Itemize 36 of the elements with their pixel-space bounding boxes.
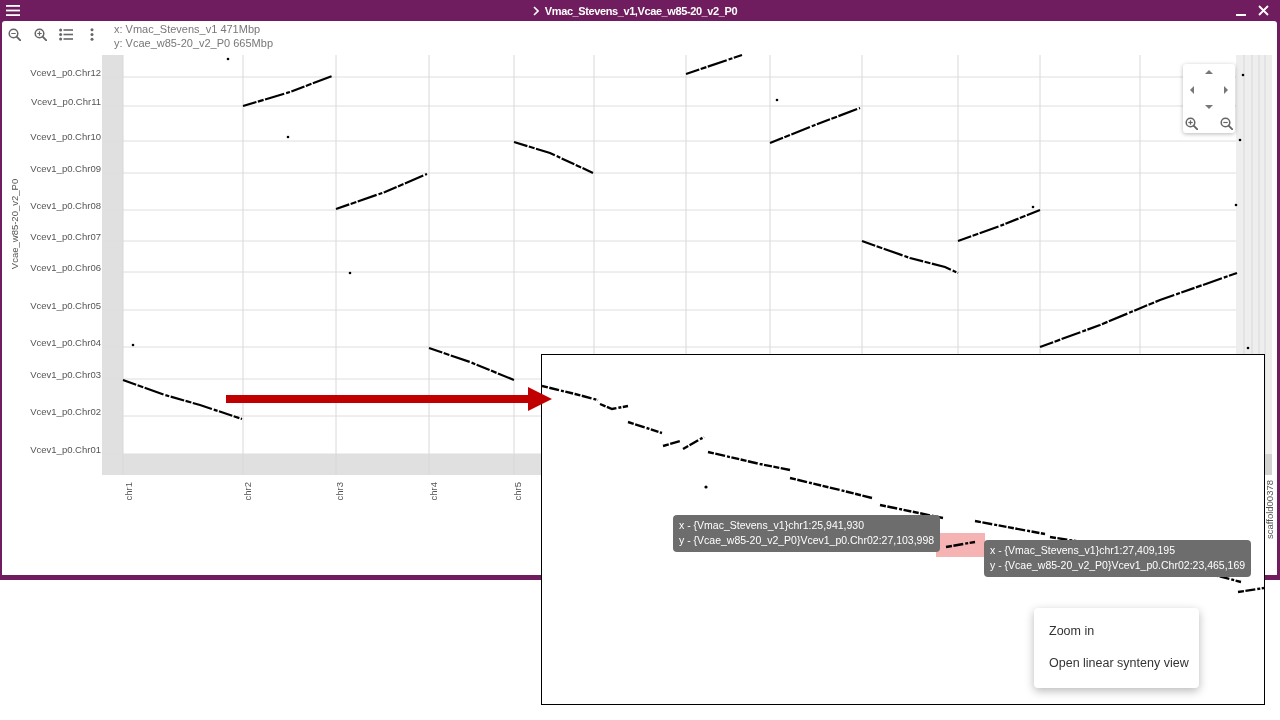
menu-item[interactable]: Open linear synteny view [1034, 647, 1199, 679]
menu-icon[interactable] [6, 5, 20, 16]
y-axis-label: Vcev1_p0.Chr11 [30, 96, 101, 107]
y-axis-label: Vcev1_p0.Chr09 [30, 163, 101, 174]
x-axis-label: scaffold00378 [1264, 480, 1275, 539]
zoom-out-icon[interactable] [8, 28, 21, 41]
x-axis-label: chr3 [334, 482, 345, 501]
zoom-in-icon[interactable] [34, 28, 47, 41]
x-axis-label: chr1 [123, 482, 134, 501]
window-title: Vmac_Stevens_v1,Vcae_w85-20_v2_P0 [544, 4, 738, 17]
x-axis-label: chr4 [428, 482, 439, 501]
y-axis-label: Vcev1_p0.Chr12 [30, 67, 101, 78]
tooltip-text: y - {Vcae_w85-20_v2_P0}Vcev1_p0.Chr02:23,465,169 [990, 558, 1246, 573]
y-axis-label: Vcev1_p0.Chr02 [30, 406, 101, 417]
tooltip-text: y - {Vcae_w85-20_v2_P0}Vcev1_p0.Chr02:27,103,998 [679, 533, 935, 548]
y-axis-label: Vcev1_p0.Chr06 [30, 262, 101, 273]
more-icon[interactable] [90, 28, 94, 41]
y-axis-title: Vcae_w85-20_v2_P0 [9, 178, 20, 270]
list-icon[interactable] [59, 28, 73, 41]
y-axis-label: Vcev1_p0.Chr07 [30, 231, 101, 242]
axis-info-text: x: Vmac_Stevens_v1 471Mbp [114, 22, 262, 36]
axis-info-text: y: Vcae_w85-20_v2_P0 665Mbp [114, 36, 273, 50]
x-axis-label: chr5 [512, 482, 523, 501]
minimize-icon[interactable] [1236, 13, 1246, 16]
tooltip-text: x - {Vmac_Stevens_v1}chr1:25,941,930 [679, 518, 866, 533]
y-axis-label: Vcev1_p0.Chr10 [30, 131, 101, 142]
y-axis-label: Vcev1_p0.Chr08 [30, 200, 101, 211]
y-axis-label: Vcev1_p0.Chr05 [30, 300, 101, 311]
y-axis-label: Vcev1_p0.Chr04 [30, 337, 101, 348]
x-axis-label: chr2 [242, 482, 253, 501]
menu-item[interactable]: Zoom in [1034, 615, 1199, 647]
y-axis-label: Vcev1_p0.Chr01 [30, 444, 101, 455]
chevron-right-icon [532, 5, 539, 16]
tooltip-text: x - {Vmac_Stevens_v1}chr1:27,409,195 [990, 543, 1177, 558]
y-axis-label: Vcev1_p0.Chr03 [30, 369, 101, 380]
close-icon[interactable] [1258, 5, 1269, 16]
